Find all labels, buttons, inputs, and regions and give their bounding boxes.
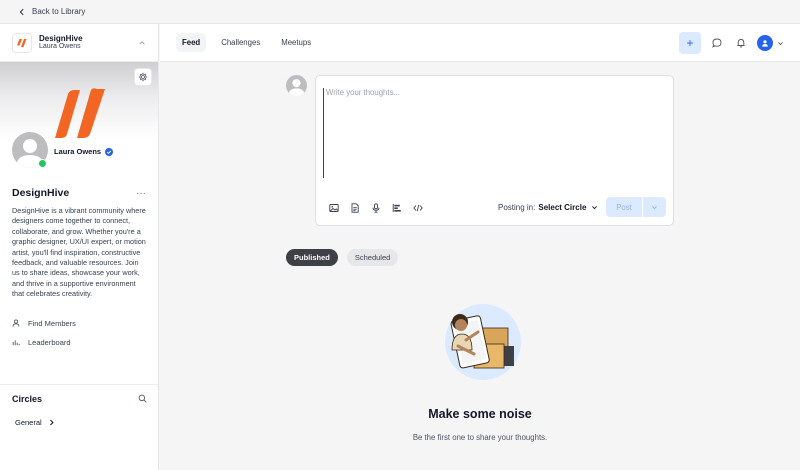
- image-icon[interactable]: [329, 203, 339, 213]
- sidebar-item-find-members[interactable]: Find Members: [0, 314, 158, 333]
- filter-published[interactable]: Published: [286, 249, 338, 266]
- more-options-icon[interactable]: ···: [136, 188, 146, 199]
- search-icon[interactable]: [138, 394, 147, 403]
- person-icon: [12, 319, 20, 327]
- back-to-library-link[interactable]: Back to Library: [18, 7, 85, 16]
- tab-challenges[interactable]: Challenges: [215, 33, 266, 52]
- back-bar: Back to Library: [0, 0, 800, 24]
- bell-icon: [737, 39, 745, 48]
- owner-profile: Laura Owens: [0, 132, 158, 182]
- brand-logo-large-icon: [55, 88, 105, 138]
- composer-avatar: [286, 75, 307, 96]
- gear-icon: [138, 72, 148, 82]
- settings-button[interactable]: [134, 68, 152, 86]
- circle-item-label: General: [15, 417, 42, 427]
- circles-title: Circles: [12, 393, 43, 404]
- tab-feed[interactable]: Feed: [176, 33, 207, 52]
- community-description: DesignHive is a vibrant community where …: [12, 206, 146, 299]
- tab-meetups[interactable]: Meetups: [275, 33, 317, 52]
- microphone-icon[interactable]: [371, 203, 381, 213]
- empty-state-subtitle: Be the first one to share your thoughts.: [412, 433, 548, 442]
- community-title: DesignHive: [12, 187, 70, 199]
- community-switcher[interactable]: DesignHive Laura Owens: [0, 24, 158, 62]
- post-input[interactable]: [323, 88, 663, 178]
- notifications-button[interactable]: [733, 32, 749, 54]
- post-options-button[interactable]: [643, 197, 666, 217]
- top-navigation: Feed Challenges Meetups +: [160, 24, 800, 62]
- poll-icon[interactable]: [392, 203, 402, 213]
- posting-in-label: Posting in:: [498, 203, 536, 212]
- user-icon: [762, 40, 768, 47]
- code-icon[interactable]: [413, 203, 423, 213]
- sidebar-item-label: Find Members: [28, 318, 76, 328]
- circles-section: Circles General: [0, 384, 158, 432]
- sidebar-item-label: Leaderboard: [28, 337, 71, 347]
- community-name: DesignHive: [39, 33, 83, 43]
- online-status-dot: [38, 159, 47, 168]
- back-label: Back to Library: [32, 7, 86, 16]
- community-banner: [0, 62, 158, 140]
- chevron-right-icon: [49, 419, 54, 425]
- messages-button[interactable]: [709, 32, 725, 54]
- chevron-left-icon: [19, 8, 24, 15]
- selected-circle: Select Circle: [538, 203, 587, 212]
- circle-selector[interactable]: Posting in: Select Circle: [498, 203, 598, 212]
- user-menu-avatar[interactable]: [757, 35, 773, 51]
- post-filter-pills: Published Scheduled: [286, 249, 399, 266]
- verified-badge-icon: [105, 147, 114, 156]
- default-avatar-icon: [288, 79, 305, 96]
- community-title-row: DesignHive ···: [0, 182, 158, 204]
- circle-item-general[interactable]: General: [0, 412, 158, 432]
- composer-toolbar: [329, 203, 423, 213]
- sidebar: DesignHive Laura Owens Laura Owens Desig…: [0, 24, 159, 470]
- empty-state-illustration: [445, 304, 521, 380]
- community-logo-small: [12, 32, 32, 53]
- brand-logo-icon: [17, 38, 27, 47]
- filter-scheduled[interactable]: Scheduled: [346, 249, 399, 266]
- post-composer: Posting in: Select Circle Post: [315, 75, 674, 226]
- chevron-down-icon: [652, 205, 657, 209]
- document-icon[interactable]: [350, 203, 360, 213]
- feed-main: Posting in: Select Circle Post Published…: [160, 62, 800, 470]
- bar-chart-icon: [12, 340, 20, 346]
- chevron-down-icon: [592, 206, 598, 210]
- empty-state-title: Make some noise: [428, 407, 532, 421]
- owner-name[interactable]: Laura Owens: [54, 147, 114, 156]
- community-owner: Laura Owens: [39, 43, 81, 51]
- sidebar-item-leaderboard[interactable]: Leaderboard: [0, 333, 158, 352]
- create-button[interactable]: +: [679, 32, 701, 54]
- chevron-down-icon[interactable]: [777, 40, 784, 47]
- chat-bubble-icon: [712, 38, 722, 48]
- owner-name-text: Laura Owens: [54, 147, 102, 156]
- chevron-up-icon: [139, 41, 145, 45]
- post-button[interactable]: Post: [606, 197, 642, 217]
